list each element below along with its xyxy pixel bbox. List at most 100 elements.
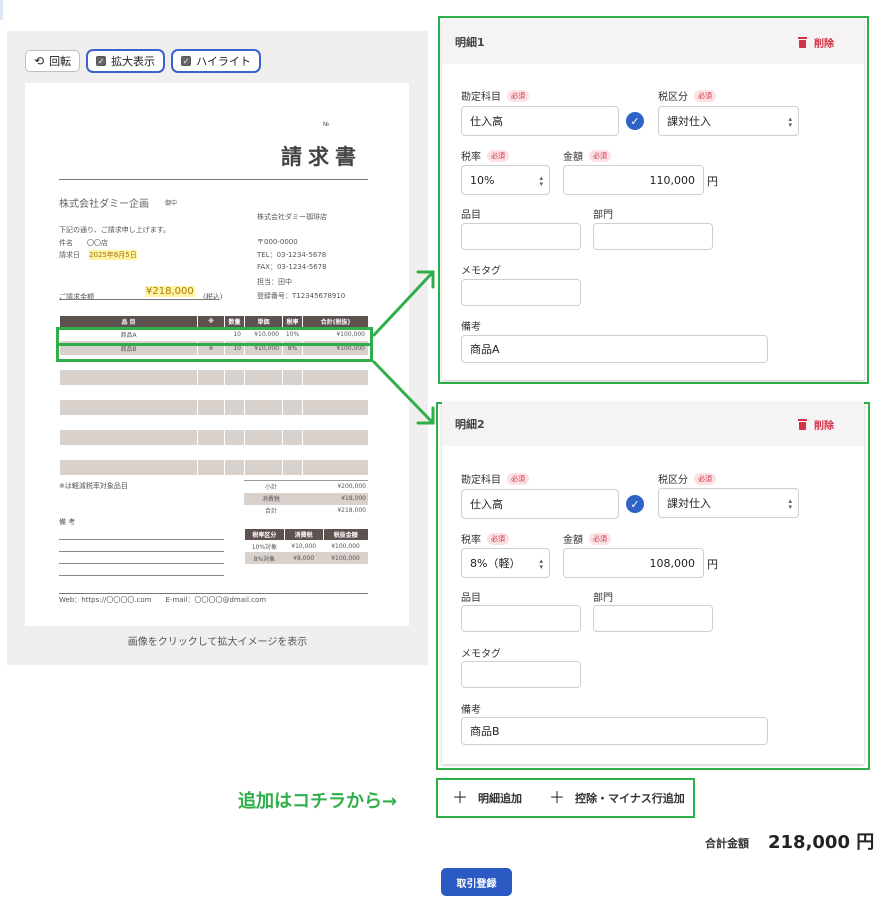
invoice-footer: Web：https://〇〇〇〇.com E-mail：〇〇〇〇@dmail.c… <box>59 596 267 604</box>
detail-card-header: 明細2 削除 <box>442 402 864 446</box>
amount-field[interactable]: 108,000 <box>563 548 704 578</box>
checkbox-checked-icon: ✓ <box>181 56 192 66</box>
trash-icon <box>798 418 807 430</box>
item-label: 品目 <box>461 210 481 221</box>
invoice-no-label: № <box>323 121 330 128</box>
table-header-row: 品 目 ※ 数量 単価 税率 合計(税抜) <box>59 316 368 327</box>
select-arrows-icon: ▴ ▾ <box>539 557 543 571</box>
table-row-empty <box>59 415 368 430</box>
memo-tag-field[interactable] <box>461 661 581 688</box>
table-row-empty <box>59 430 368 445</box>
rate-select[interactable]: 10% ▴ ▾ <box>461 165 550 195</box>
add-detail-button[interactable]: ＋ 明細追加 <box>452 790 522 806</box>
item-field[interactable] <box>461 223 581 250</box>
rotate-button[interactable]: ⟲ 回転 <box>25 50 81 72</box>
required-badge: 必須 <box>487 149 509 162</box>
highlight-label: ハイライト <box>196 55 251 68</box>
highlight-toggle[interactable]: ✓ ハイライト <box>171 49 261 73</box>
invoice-amount: ¥218,000 <box>145 286 195 297</box>
account-label: 勘定科目 必須 <box>461 88 529 103</box>
yen-unit: 円 <box>707 175 718 188</box>
subtotal-label: 小計 <box>244 480 298 493</box>
required-badge: 必須 <box>589 149 611 162</box>
account-field[interactable]: 仕入高 <box>461 489 619 519</box>
tax-class-select[interactable]: 課対仕入 ▴ ▾ <box>658 106 799 136</box>
table-header: 品 目 <box>59 316 198 327</box>
amount-field[interactable]: 110,000 <box>563 165 704 195</box>
table-cell: ¥8,000 <box>284 552 324 564</box>
detail-title: 明細2 <box>455 418 485 431</box>
select-arrows-icon: ▴ ▾ <box>539 174 543 188</box>
tax-class-label: 税区分 必須 <box>658 88 716 103</box>
required-badge: 必須 <box>589 532 611 545</box>
add-deduction-button[interactable]: ＋ 控除・マイナス行追加 <box>549 790 685 806</box>
dept-field[interactable] <box>593 223 713 250</box>
grand-total-label: 合計金額 <box>705 837 749 850</box>
amount-label: 金額 必須 <box>563 531 611 546</box>
table-header: 税率区分 <box>244 529 285 540</box>
add-detail-label: 明細追加 <box>478 792 523 805</box>
remarks-field[interactable]: 商品A <box>461 335 768 363</box>
zoom-toggle[interactable]: ✓ 拡大表示 <box>86 49 166 73</box>
invoice-date: 2025年6月5日 <box>89 250 137 260</box>
select-arrows-icon: ▴ ▾ <box>788 115 792 129</box>
total-label: 合計 <box>264 508 277 515</box>
table-row-empty <box>59 370 368 385</box>
account-field[interactable]: 仕入高 <box>461 106 619 136</box>
summary-table: 小計 ¥200,000 消費税 ¥18,000 合計 ¥218,000 <box>244 480 368 517</box>
select-arrows-icon: ▴ ▾ <box>788 497 792 511</box>
rate-select[interactable]: 8%（軽） ▴ ▾ <box>461 548 550 578</box>
table-header: 数量 <box>224 316 245 327</box>
invoice-subject-label: 件名 <box>59 239 73 247</box>
table-cell: 10%対象 <box>251 543 278 551</box>
table-row-empty <box>59 460 368 475</box>
tax-class-label: 税区分 必須 <box>658 471 716 486</box>
item-field[interactable] <box>461 605 581 632</box>
detail-card-2: 明細2 削除 勘定科目 必須 仕入高 ✓ 税区分 必須 課対仕入 ▴ ▾ 税率 必須 8%… <box>442 402 864 764</box>
account-label: 勘定科目 必須 <box>461 471 529 486</box>
invoice-subject: 〇〇店 <box>87 239 108 247</box>
table-row-empty <box>59 400 368 415</box>
remarks-label: 備考 <box>461 322 481 333</box>
required-badge: 必須 <box>694 472 716 485</box>
dept-label: 部門 <box>593 210 613 221</box>
memo-tag-label: メモタグ <box>461 649 501 660</box>
memo-tag-label: メモタグ <box>461 266 501 277</box>
footer-rule <box>59 593 368 594</box>
required-badge: 必須 <box>507 89 529 102</box>
tax-class-select[interactable]: 課対仕入 ▴ ▾ <box>658 488 799 518</box>
delete-button[interactable]: 削除 <box>798 417 834 432</box>
tax-breakdown-table: 税率区分 消費税 税抜金額 10%対象 ¥10,000 ¥100,000 8%対… <box>244 529 368 564</box>
amount-rule <box>59 299 219 300</box>
remarks-lines <box>59 528 224 576</box>
delete-label: 削除 <box>814 420 834 432</box>
amount-label: 金額 必須 <box>563 148 611 163</box>
invoice-title: 請求書 <box>281 145 362 169</box>
invoice-amount-label: ご請求金額 <box>59 293 94 301</box>
table-cell: ¥10,000 <box>291 542 317 550</box>
delete-button[interactable]: 削除 <box>798 35 834 50</box>
rotate-label: 回転 <box>49 55 72 68</box>
table-header: 税率 <box>282 316 303 327</box>
remarks-field[interactable]: 商品B <box>461 717 768 745</box>
tax-value: ¥18,000 <box>298 492 368 505</box>
register-transaction-button[interactable]: 取引登録 <box>441 868 512 896</box>
table-row-empty <box>59 445 368 460</box>
issuer-postal: 〒000-0000 <box>257 238 298 246</box>
dept-label: 部門 <box>593 593 613 604</box>
issuer-reg-no: 登録番号：T12345678910 <box>257 292 346 300</box>
invoice-lead: 下記の通り、ご請求申し上げます。 <box>59 226 171 234</box>
edge-marker <box>0 0 3 20</box>
grand-total-value: 218,000 円 <box>768 832 875 853</box>
title-rule <box>59 179 368 180</box>
check-circle-icon: ✓ <box>626 112 644 130</box>
table-cell: ¥100,000 <box>323 552 368 564</box>
required-badge: 必須 <box>507 472 529 485</box>
remarks-label: 備考 <box>461 705 481 716</box>
required-badge: 必須 <box>487 532 509 545</box>
delete-label: 削除 <box>814 38 834 50</box>
table-row-empty <box>59 385 368 400</box>
yen-unit: 円 <box>707 558 718 571</box>
dept-field[interactable] <box>593 605 713 632</box>
memo-tag-field[interactable] <box>461 279 581 306</box>
